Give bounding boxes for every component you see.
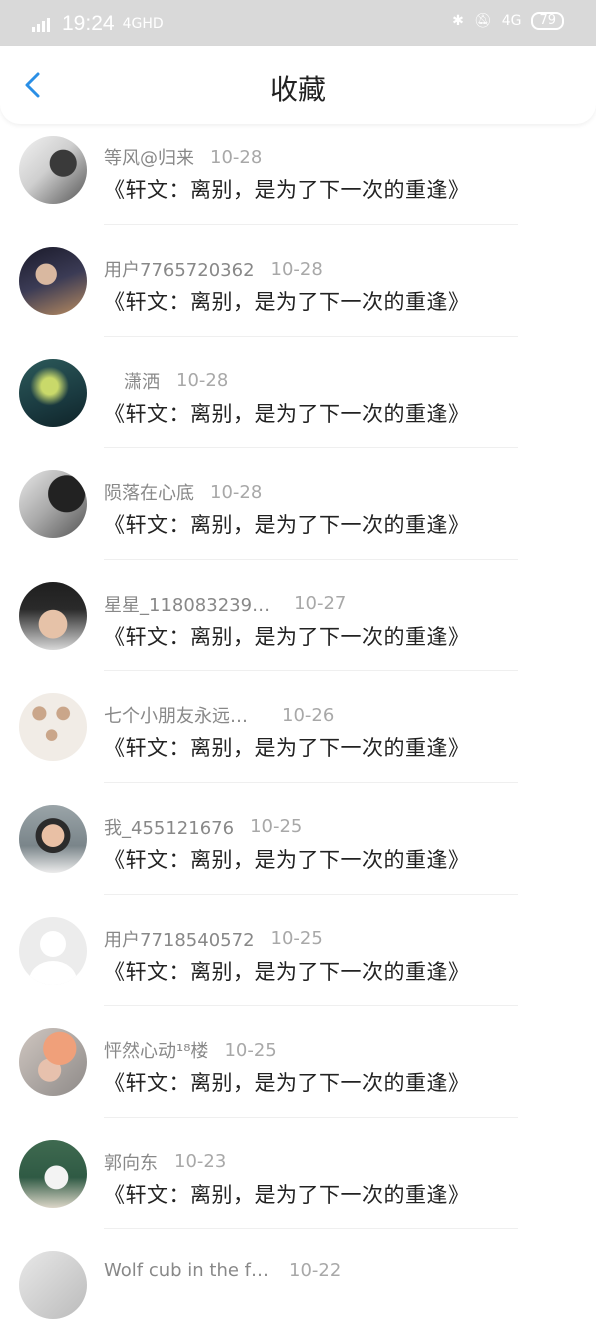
status-left: 19:24 4GHD (32, 12, 164, 36)
item-title[interactable]: 《轩文：离别，是为了下一次的重逢》 (104, 174, 470, 204)
user-name[interactable]: 我_455121676 (104, 814, 234, 840)
user-name[interactable]: 郭向东 (104, 1149, 158, 1175)
avatar[interactable] (19, 1139, 87, 1208)
user-name[interactable]: Wolf cub in the f… (104, 1260, 269, 1281)
user-silhouette-icon (29, 930, 77, 985)
item-date: 10-25 (224, 1039, 277, 1061)
default-avatar-icon[interactable] (19, 916, 87, 985)
list-item[interactable]: 七个小朋友永远… 10-26 《轩文：离别，是为了下一次的重逢》 (0, 671, 596, 783)
item-date: 10-22 (289, 1260, 342, 1282)
list-item[interactable]: 怦然心动¹⁸楼 10-25 《轩文：离别，是为了下一次的重逢》 (0, 1006, 596, 1118)
item-meta: Wolf cub in the f… 10-22 (104, 1260, 341, 1281)
item-title[interactable]: 《轩文：离别，是为了下一次的重逢》 (104, 732, 470, 762)
signal-icon (32, 16, 54, 32)
list-item[interactable]: 用户7765720362 10-28 《轩文：离别，是为了下一次的重逢》 (0, 225, 596, 337)
item-meta: 潇洒 10-28 (104, 368, 228, 394)
item-date: 10-28 (210, 146, 263, 168)
battery-icon: 79 (531, 12, 564, 30)
item-date: 10-26 (282, 704, 335, 726)
item-title[interactable]: 《轩文：离别，是为了下一次的重逢》 (104, 509, 470, 539)
avatar[interactable] (19, 804, 87, 873)
item-title[interactable]: 《轩文：离别，是为了下一次的重逢》 (104, 621, 470, 651)
item-date: 10-25 (270, 928, 323, 950)
avatar[interactable] (19, 470, 87, 539)
item-title[interactable]: 《轩文：离别，是为了下一次的重逢》 (104, 286, 470, 316)
item-title[interactable]: 《轩文：离别，是为了下一次的重逢》 (104, 1179, 470, 1209)
mute-icon: 🔕︎ (473, 13, 492, 29)
item-meta: 星星_118083239… 10-27 (104, 591, 346, 617)
user-name[interactable]: 用户7718540572 (104, 926, 255, 952)
item-title[interactable]: 《轩文：离别，是为了下一次的重逢》 (104, 956, 470, 986)
user-name[interactable]: 陨落在心底 (104, 479, 194, 505)
item-meta: 等风@归来 10-28 (104, 144, 262, 170)
user-name[interactable]: 怦然心动¹⁸楼 (104, 1037, 208, 1063)
item-meta: 郭向东 10-23 (104, 1149, 226, 1175)
item-date: 10-28 (270, 258, 323, 280)
item-title[interactable]: 《轩文：离别，是为了下一次的重逢》 (104, 398, 470, 428)
list-item[interactable]: 潇洒 10-28 《轩文：离别，是为了下一次的重逢》 (0, 337, 596, 449)
item-date: 10-27 (294, 593, 347, 615)
list-item[interactable]: 等风@归来 10-28 《轩文：离别，是为了下一次的重逢》 (0, 124, 596, 225)
avatar[interactable] (19, 136, 87, 204)
item-meta: 我_455121676 10-25 (104, 814, 302, 840)
user-name[interactable]: 七个小朋友永远… (104, 702, 248, 728)
item-meta: 怦然心动¹⁸楼 10-25 (104, 1037, 277, 1063)
favorites-list: 等风@归来 10-28 《轩文：离别，是为了下一次的重逢》 用户77657203… (0, 124, 596, 1341)
user-name[interactable]: 等风@归来 (104, 144, 194, 170)
status-bar: 19:24 4GHD ✱ 🔕︎ 4G 79 (0, 0, 596, 46)
user-name[interactable]: 星星_118083239… (104, 591, 270, 617)
item-date: 10-23 (174, 1151, 227, 1173)
status-right: ✱ 🔕︎ 4G 79 (452, 12, 564, 30)
clock: 19:24 (62, 12, 115, 35)
avatar[interactable] (19, 693, 87, 762)
item-meta: 陨落在心底 10-28 (104, 479, 262, 505)
page-title: 收藏 (269, 73, 326, 106)
item-meta: 七个小朋友永远… 10-26 (104, 702, 334, 728)
item-meta: 用户7718540572 10-25 (104, 926, 323, 952)
network-label: 4GHD (122, 16, 164, 32)
list-item[interactable]: 我_455121676 10-25 《轩文：离别，是为了下一次的重逢》 (0, 783, 596, 895)
list-item[interactable]: 星星_118083239… 10-27 《轩文：离别，是为了下一次的重逢》 (0, 560, 596, 672)
list-item[interactable]: 用户7718540572 10-25 《轩文：离别，是为了下一次的重逢》 (0, 895, 596, 1007)
avatar[interactable] (19, 247, 87, 315)
item-title[interactable]: 《轩文：离别，是为了下一次的重逢》 (104, 844, 470, 874)
avatar[interactable] (19, 358, 87, 427)
user-name[interactable]: 用户7765720362 (104, 256, 255, 282)
item-meta: 用户7765720362 10-28 (104, 256, 323, 282)
item-date: 10-28 (176, 370, 229, 392)
item-date: 10-25 (250, 816, 303, 838)
bluetooth-icon: ✱ (452, 13, 464, 29)
nav-header: 收藏 (0, 46, 596, 124)
user-name[interactable]: 潇洒 (124, 368, 160, 394)
item-date: 10-28 (210, 481, 263, 503)
item-title[interactable]: 《轩文：离别，是为了下一次的重逢》 (104, 1067, 470, 1097)
list-item[interactable]: 陨落在心底 10-28 《轩文：离别，是为了下一次的重逢》 (0, 448, 596, 560)
list-item[interactable]: 郭向东 10-23 《轩文：离别，是为了下一次的重逢》 (0, 1118, 596, 1230)
list-item[interactable]: Wolf cub in the f… 10-22 (0, 1229, 596, 1341)
avatar[interactable] (19, 581, 87, 650)
lte-label: 4G (501, 13, 522, 29)
avatar[interactable] (19, 1028, 87, 1097)
avatar[interactable] (19, 1251, 87, 1320)
